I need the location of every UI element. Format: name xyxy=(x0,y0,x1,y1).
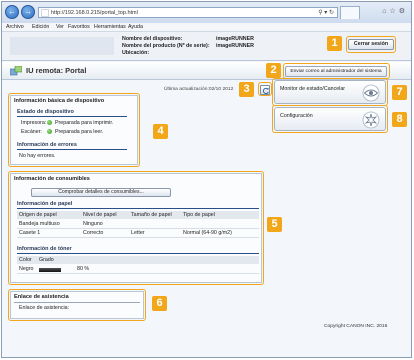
device-info-labels: Nombre del dispositivo: Nombre del produ… xyxy=(122,36,210,57)
menu-item-archivo[interactable]: Archivo xyxy=(6,24,24,30)
copyright-text: Copyright CANON INC. 2016 xyxy=(324,324,388,329)
annotation-number: 4 xyxy=(153,124,168,139)
address-bar[interactable]: http://192.168.0.215/portal_top.html ⚲ ▾… xyxy=(38,7,338,18)
annotation-number: 3 xyxy=(239,82,254,97)
annotation-box-6 xyxy=(8,289,146,321)
address-url: http://192.168.0.215/portal_top.html xyxy=(51,10,138,16)
device-info-values: imageRUNNER imageRUNNER xyxy=(216,36,254,50)
menu-item-edicion[interactable]: Edición xyxy=(32,24,49,30)
back-arrow-icon[interactable]: ← xyxy=(5,5,19,19)
annotation-number: 5 xyxy=(267,217,282,232)
annotation-box-5 xyxy=(8,171,264,285)
annotation-number: 6 xyxy=(152,296,167,311)
annotation-box-8 xyxy=(272,105,388,133)
portal-icon xyxy=(10,66,22,76)
browser-tab[interactable] xyxy=(340,6,360,19)
page-icon xyxy=(41,9,49,17)
product-name-label: Nombre del producto (Nº de serie): xyxy=(122,43,210,49)
menu-item-ver[interactable]: Ver xyxy=(56,24,64,30)
annotation-box-7 xyxy=(272,78,388,106)
menu-bar: Archivo Edición Ver Favoritos Herramient… xyxy=(2,23,411,32)
menu-item-herramientas[interactable]: Herramientas xyxy=(94,24,126,30)
annotation-number: 7 xyxy=(392,85,407,100)
annotation-box-2 xyxy=(283,63,390,79)
device-name-value: imageRUNNER xyxy=(216,36,254,42)
product-name-value: imageRUNNER xyxy=(216,43,254,49)
annotation-number: 1 xyxy=(327,36,342,51)
window-tools-icons[interactable]: ⌂☆⚙ xyxy=(382,7,408,15)
menu-item-favoritos[interactable]: Favoritos xyxy=(68,24,90,30)
annotation-box-3 xyxy=(258,82,272,96)
last-updated-text: Última actualización:02/10 2012 xyxy=(164,87,234,92)
annotation-box-4 xyxy=(8,93,140,167)
forward-arrow-icon[interactable]: → xyxy=(21,5,35,19)
browser-toolbar: ← → http://192.168.0.215/portal_top.html… xyxy=(2,2,411,23)
device-name-label: Nombre del dispositivo: xyxy=(122,36,183,42)
search-icon[interactable]: ⚲ ▾ ↻ xyxy=(318,9,334,16)
browser-window: ← → http://192.168.0.215/portal_top.html… xyxy=(1,1,412,358)
menu-item-ayuda[interactable]: Ayuda xyxy=(128,24,143,30)
annotation-box-1 xyxy=(346,36,396,53)
page-title: IU remota: Portal xyxy=(26,66,87,75)
logo-placeholder xyxy=(10,37,114,55)
portal-page: Nombre del dispositivo: Nombre del produ… xyxy=(2,33,411,357)
annotation-number: 8 xyxy=(392,112,407,127)
annotation-number: 2 xyxy=(266,63,281,78)
location-label: Ubicación: xyxy=(122,50,150,56)
